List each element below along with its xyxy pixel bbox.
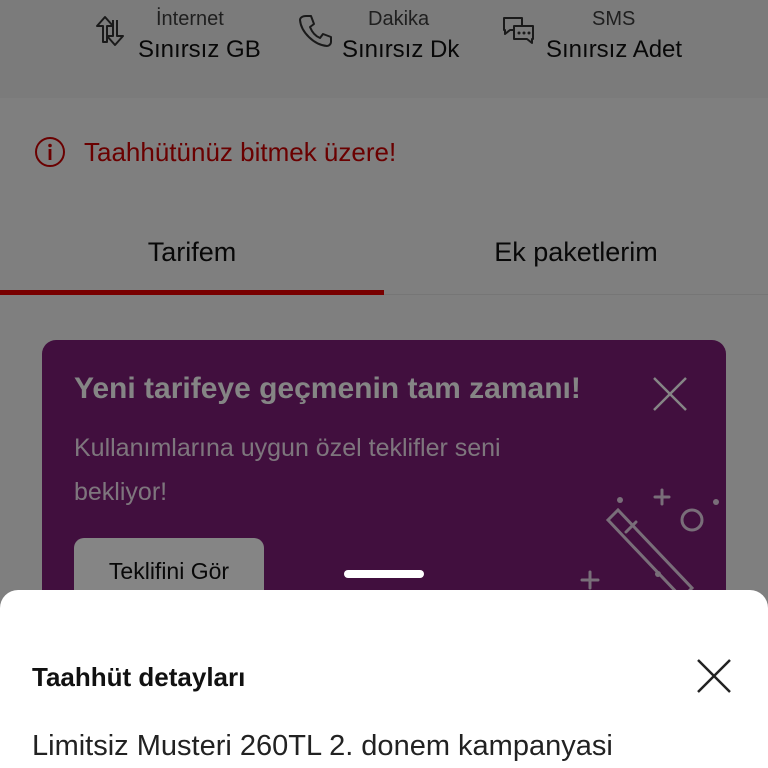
- sheet-drag-handle[interactable]: [344, 570, 424, 578]
- commitment-details-sheet: Taahhüt detayları Limitsiz Musteri 260TL…: [0, 590, 768, 768]
- campaign-detail-text: Limitsiz Musteri 260TL 2. donem kampanya…: [32, 730, 613, 762]
- close-icon[interactable]: [694, 656, 734, 696]
- sheet-title: Taahhüt detayları: [32, 662, 246, 692]
